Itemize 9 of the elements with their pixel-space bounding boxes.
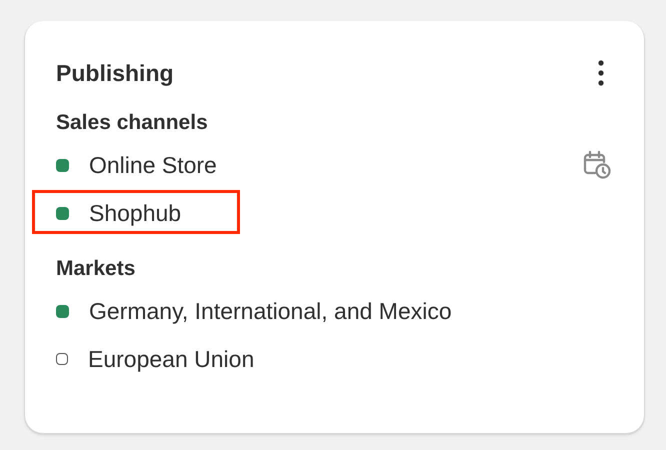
section-heading: Sales channels [56,111,209,136]
section-heading: Markets [56,257,136,282]
channel-label: Shophub [89,200,182,226]
channel-label: Online Store [89,152,217,178]
vertical-dots-icon [598,60,604,86]
card-title: Publishing [56,60,174,86]
calendar-clock-icon[interactable] [582,150,612,180]
channel-label: European Union [88,346,254,372]
channel-label: Germany, International, and Mexico [89,298,452,324]
